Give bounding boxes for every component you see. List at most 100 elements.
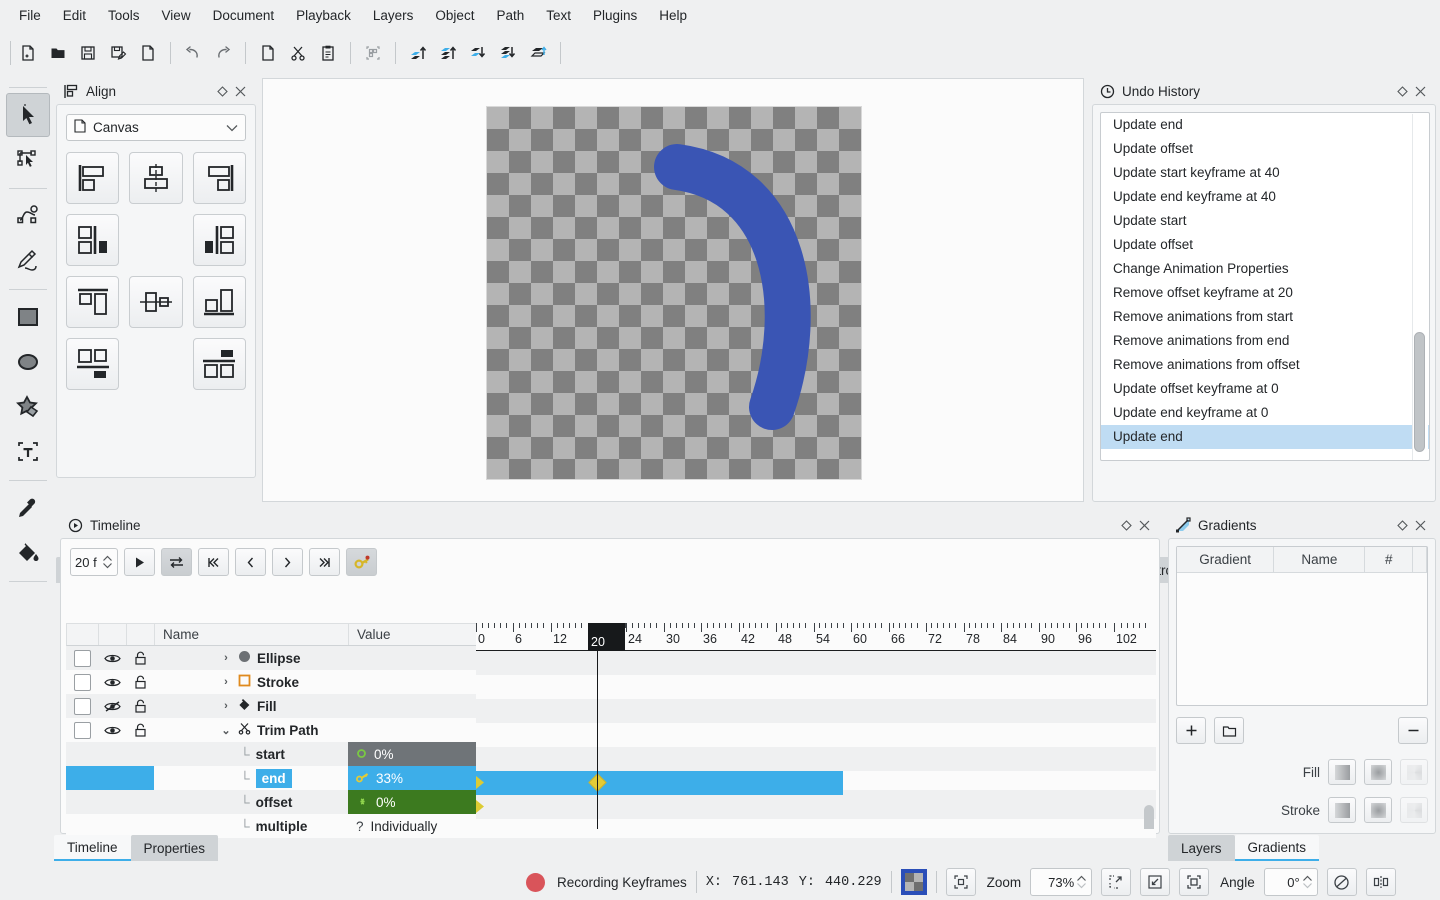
node-edit-tool[interactable] [6,138,50,182]
menu-item-tools[interactable]: Tools [97,4,151,27]
timeline-vertical-scrollbar[interactable] [1144,805,1154,829]
list-item[interactable]: Update start [1101,209,1429,233]
canvas-arc-shape[interactable] [487,107,861,479]
list-item[interactable]: Change Animation Properties [1101,257,1429,281]
list-item[interactable]: Remove animations from offset [1101,353,1429,377]
tab-properties[interactable]: Properties [130,835,219,861]
close-panel-icon[interactable] [1135,516,1153,534]
scrollbar-thumb[interactable] [1414,332,1425,452]
mirror-button[interactable] [1365,868,1396,896]
text-tool[interactable] [6,430,50,474]
gradients-table[interactable]: Gradient Name # [1176,546,1428,706]
playhead-marker[interactable]: 20 [588,623,625,651]
track-row-offset[interactable] [476,795,1156,819]
align-horizontal-center[interactable] [129,152,183,204]
selection-tool[interactable] [5,93,50,137]
raise-layer-icon[interactable] [403,38,433,68]
pen-tool[interactable] [6,194,50,238]
fill-bucket-tool[interactable] [6,531,50,575]
export-icon[interactable] [133,38,163,68]
play-button[interactable] [124,548,155,576]
align-vertical-center[interactable] [129,276,183,328]
zoom-to-fit-button[interactable] [1101,868,1132,896]
spinner-arrows-icon[interactable] [1076,874,1087,890]
last-frame-button[interactable] [309,548,340,576]
row-checkbox[interactable] [66,694,98,718]
lower-to-bottom-icon[interactable] [493,38,523,68]
menu-item-object[interactable]: Object [424,4,485,27]
loop-button[interactable] [161,548,192,576]
align-left-to-anchor[interactable] [66,214,120,266]
lock-icon[interactable] [126,718,154,742]
next-keyframe-button[interactable] [272,548,303,576]
transparency-swatch-button[interactable] [900,869,927,895]
record-keyframes-button[interactable] [346,548,377,576]
list-item[interactable]: Remove offset keyframe at 20 [1101,281,1429,305]
track-row-fill[interactable] [476,699,1156,723]
track-row-stroke[interactable] [476,675,1156,699]
previous-keyframe-button[interactable] [235,548,266,576]
row-value-cell[interactable]: 33% [348,766,476,790]
tab-layers[interactable]: Layers [1168,835,1235,861]
row-value-cell[interactable]: 0% [348,790,476,814]
rectangle-tool[interactable] [6,295,50,339]
row-value-cell[interactable]: ? Individually [348,814,476,838]
row-checkbox[interactable] [66,670,98,694]
collapse-icon[interactable]: ⌄ [218,724,234,737]
pencil-tool[interactable] [6,239,50,283]
visibility-eye-icon[interactable] [98,670,126,694]
menu-item-text[interactable]: Text [535,4,582,27]
list-item[interactable]: Update start keyframe at 40 [1101,161,1429,185]
stroke-conical-gradient-button[interactable] [1400,797,1428,823]
close-panel-icon[interactable] [1411,82,1429,100]
eyedropper-tool[interactable] [6,486,50,530]
list-item[interactable]: Update offset keyframe at 0 [1101,377,1429,401]
ellipse-tool[interactable] [6,340,50,384]
lower-layer-icon[interactable] [463,38,493,68]
track-row-start[interactable] [476,747,1156,771]
expander-icon[interactable]: › [218,652,234,664]
fit-page-button[interactable] [1179,868,1210,896]
track-row-multiple[interactable] [476,819,1156,829]
new-document-icon[interactable] [13,38,43,68]
open-gradient-library-button[interactable] [1214,717,1244,744]
save-as-icon[interactable] [103,38,133,68]
float-panel-icon[interactable] [1393,82,1411,100]
menu-item-file[interactable]: File [8,4,52,27]
close-panel-icon[interactable] [231,82,249,100]
row-value-cell[interactable]: 0% [348,742,476,766]
paste-icon[interactable] [313,38,343,68]
angle-input[interactable]: 0° [1263,868,1318,896]
first-frame-button[interactable] [198,548,229,576]
align-bottom-edges[interactable] [192,276,246,328]
flip-button[interactable] [1326,868,1357,896]
fill-linear-gradient-button[interactable] [1328,759,1356,785]
menu-item-edit[interactable]: Edit [52,4,97,27]
menu-item-layers[interactable]: Layers [362,4,425,27]
list-item[interactable]: Remove animations from end [1101,329,1429,353]
lock-icon[interactable] [126,694,154,718]
stroke-linear-gradient-button[interactable] [1328,797,1356,823]
undo-history-scrollbar[interactable] [1412,114,1428,460]
zoom-input[interactable]: 73% [1030,868,1093,896]
align-right-to-anchor[interactable] [192,214,246,266]
tab-timeline[interactable]: Timeline [54,835,131,861]
open-document-icon[interactable] [43,38,73,68]
undo-history-list[interactable]: Update end Update offset Update start ke… [1100,112,1430,461]
row-checkbox[interactable] [66,646,98,670]
tab-gradients[interactable]: Gradients [1234,835,1320,861]
track-row-trim-path[interactable] [476,723,1156,747]
menu-item-playback[interactable]: Playback [285,4,362,27]
timeline-track-area[interactable]: 0 6 12 24 30 36 42 48 54 60 66 72 78 84 … [476,623,1156,829]
stroke-radial-gradient-button[interactable] [1364,797,1392,823]
align-relative-to-select[interactable]: Canvas [66,114,246,141]
menu-item-help[interactable]: Help [648,4,698,27]
canvas-area[interactable] [262,78,1084,502]
cut-icon[interactable] [283,38,313,68]
undo-icon[interactable] [178,38,208,68]
copy-icon[interactable] [253,38,283,68]
fill-conical-gradient-button[interactable] [1400,759,1428,785]
align-bottom-to-anchor[interactable] [192,338,246,390]
timeline-ruler[interactable]: 0 6 12 24 30 36 42 48 54 60 66 72 78 84 … [476,623,1156,651]
close-panel-icon[interactable] [1411,516,1429,534]
